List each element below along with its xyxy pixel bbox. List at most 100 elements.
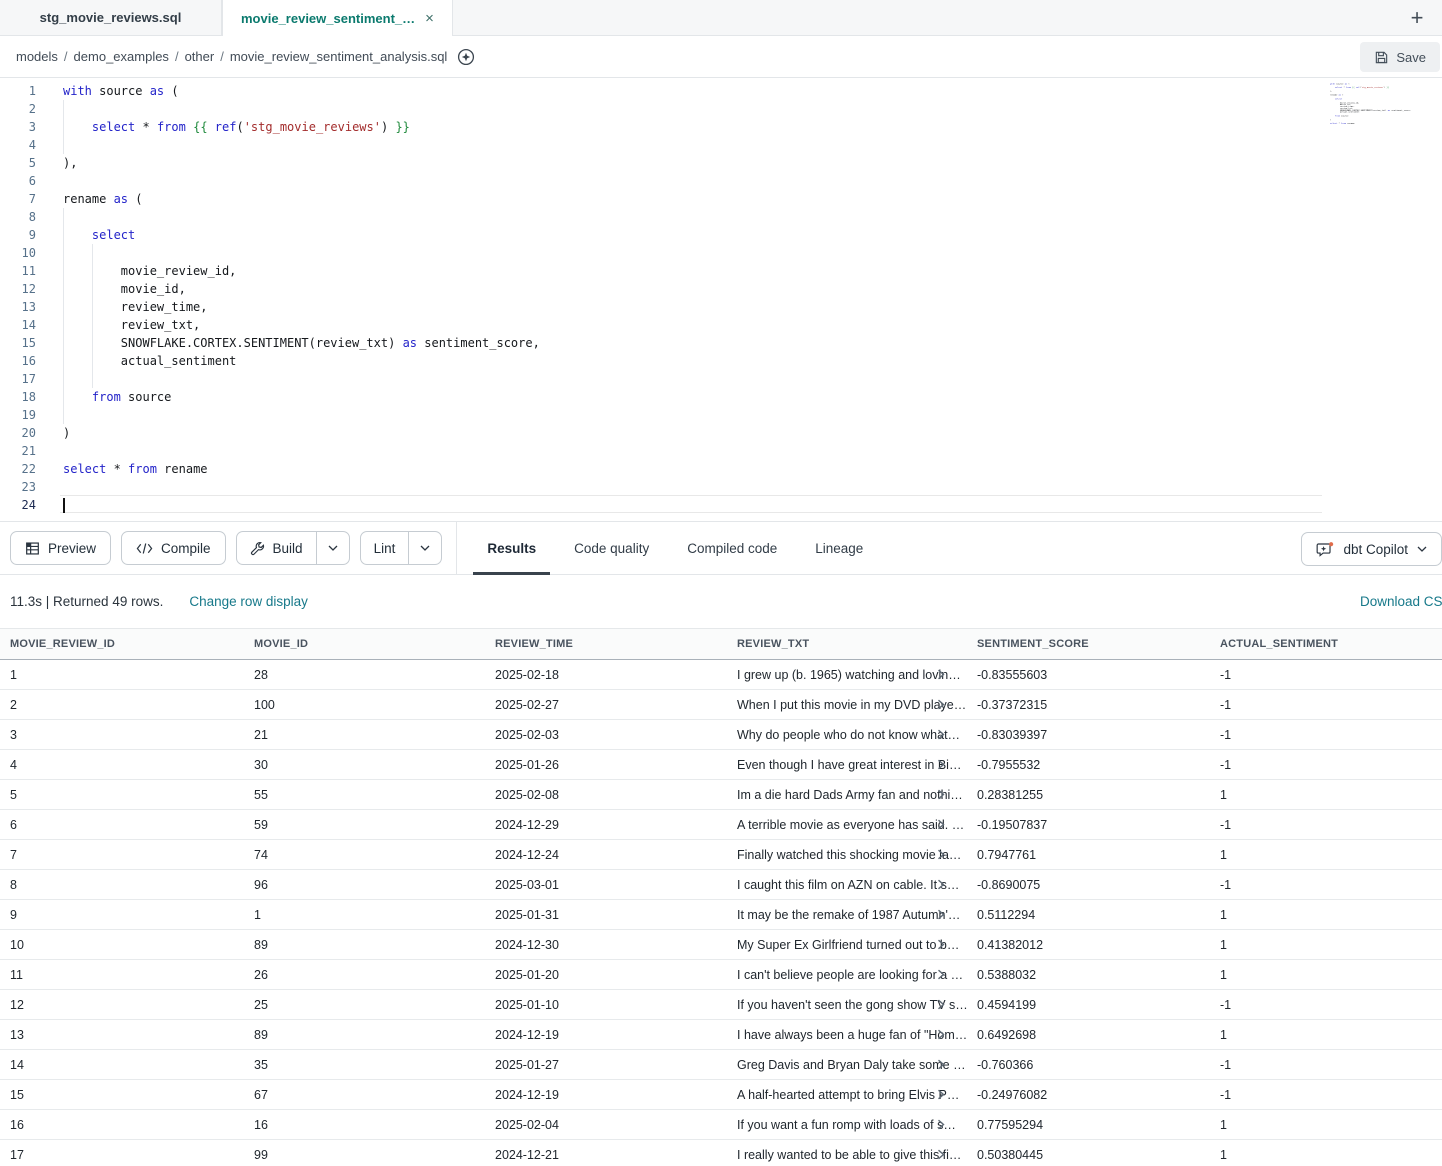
table-cell: -0.760366: [967, 1050, 1210, 1079]
table-row: 912025-01-31It may be the remake of 1987…: [0, 900, 1442, 930]
table-cell: 1: [1210, 840, 1442, 869]
download-csv-link[interactable]: Download CSV: [1360, 594, 1442, 609]
breadcrumb-separator: /: [64, 49, 68, 64]
expand-cell-icon[interactable]: [937, 729, 945, 740]
breadcrumb-segment[interactable]: other: [185, 49, 215, 64]
close-tab-icon[interactable]: ×: [425, 11, 434, 26]
table-cell: 89: [244, 930, 485, 959]
docs-compass-icon[interactable]: [457, 48, 475, 66]
expand-cell-icon[interactable]: [937, 1029, 945, 1040]
table-cell: If you haven't seen the gong show TV s…: [727, 990, 967, 1019]
table-cell: 17: [0, 1140, 244, 1166]
expand-cell-icon[interactable]: [937, 1149, 945, 1160]
expand-cell-icon[interactable]: [937, 1119, 945, 1130]
lint-dropdown-button[interactable]: [408, 532, 441, 564]
expand-cell-icon[interactable]: [937, 999, 945, 1010]
expand-cell-icon[interactable]: [937, 699, 945, 710]
column-header: MOVIE_REVIEW_ID: [0, 629, 244, 659]
expand-cell-icon[interactable]: [937, 939, 945, 950]
expand-cell-icon[interactable]: [937, 789, 945, 800]
table-row: 3212025-02-03Why do people who do not kn…: [0, 720, 1442, 750]
dbt-copilot-label: dbt Copilot: [1343, 542, 1408, 557]
breadcrumb-bar: models/demo_examples/other/movie_review_…: [0, 36, 1442, 78]
table-cell: -0.37372315: [967, 690, 1210, 719]
code-line: 21: [0, 442, 1442, 460]
expand-cell-icon[interactable]: [937, 909, 945, 920]
table-cell: 99: [244, 1140, 485, 1166]
tab-stg-movie-reviews[interactable]: stg_movie_reviews.sql: [0, 0, 222, 35]
line-number: 21: [0, 442, 36, 460]
table-cell: 2024-12-21: [485, 1140, 727, 1166]
table-cell: 21: [244, 720, 485, 749]
results-tab-results[interactable]: Results: [471, 521, 552, 575]
tab-movie-review-sentiment[interactable]: movie_review_sentiment_… ×: [222, 0, 453, 36]
table-cell: My Super Ex Girlfriend turned out to b…: [727, 930, 967, 959]
table-cell: It may be the remake of 1987 Autumn'…: [727, 900, 967, 929]
table-cell: 1: [1210, 1110, 1442, 1139]
editor-minimap[interactable]: with source as ( select * from {{ ref('s…: [1330, 83, 1440, 513]
expand-cell-icon[interactable]: [937, 969, 945, 980]
expand-cell-icon[interactable]: [937, 879, 945, 890]
table-cell: 59: [244, 810, 485, 839]
table-cell: -1: [1210, 1050, 1442, 1079]
code-line: 7rename as (: [0, 190, 1442, 208]
table-cell: 0.77595294: [967, 1110, 1210, 1139]
table-cell: 7: [0, 840, 244, 869]
table-cell: -0.7955532: [967, 750, 1210, 779]
compile-button[interactable]: Compile: [121, 531, 226, 565]
save-button-label: Save: [1396, 50, 1426, 65]
breadcrumb: models/demo_examples/other/movie_review_…: [16, 49, 447, 64]
text-cursor: [63, 498, 65, 513]
preview-button[interactable]: Preview: [10, 531, 111, 565]
line-number: 8: [0, 208, 36, 226]
line-number: 13: [0, 298, 36, 316]
table-cell: I really wanted to be able to give this …: [727, 1140, 967, 1166]
table-cell: 3: [0, 720, 244, 749]
expand-cell-icon[interactable]: [937, 1089, 945, 1100]
expand-cell-icon[interactable]: [937, 669, 945, 680]
results-tab-compiled-code[interactable]: Compiled code: [671, 521, 793, 575]
code-line: 10: [0, 244, 1442, 262]
chevron-down-icon: [420, 545, 430, 551]
table-cell: Even though I have great interest in Bi…: [727, 750, 967, 779]
new-tab-button[interactable]: +: [1400, 0, 1434, 36]
line-number: 10: [0, 244, 36, 262]
table-cell: 96: [244, 870, 485, 899]
results-tab-code-quality[interactable]: Code quality: [558, 521, 665, 575]
table-row: 8962025-03-01I caught this film on AZN o…: [0, 870, 1442, 900]
table-row: 17992024-12-21I really wanted to be able…: [0, 1140, 1442, 1166]
table-cell: 26: [244, 960, 485, 989]
chevron-down-icon: [328, 545, 338, 551]
preview-label: Preview: [48, 541, 96, 556]
build-button[interactable]: Build: [237, 532, 316, 564]
change-row-display-link[interactable]: Change row display: [189, 594, 308, 609]
line-number: 23: [0, 478, 36, 496]
table-cell: 2025-02-03: [485, 720, 727, 749]
expand-cell-icon[interactable]: [937, 759, 945, 770]
table-cell: I can't believe people are looking for a…: [727, 960, 967, 989]
code-line: 9 select: [0, 226, 1442, 244]
table-row: 10892024-12-30My Super Ex Girlfriend tur…: [0, 930, 1442, 960]
code-line: 18 from source: [0, 388, 1442, 406]
column-header: REVIEW_TIME: [485, 629, 727, 659]
code-editor[interactable]: 1with source as (23 select * from {{ ref…: [0, 78, 1442, 521]
table-cell: 67: [244, 1080, 485, 1109]
breadcrumb-segment[interactable]: demo_examples: [74, 49, 169, 64]
expand-cell-icon[interactable]: [937, 849, 945, 860]
expand-cell-icon[interactable]: [937, 1059, 945, 1070]
table-cell: 16: [0, 1110, 244, 1139]
build-dropdown-button[interactable]: [316, 532, 349, 564]
save-button[interactable]: Save: [1360, 42, 1440, 72]
table-cell: 11: [0, 960, 244, 989]
breadcrumb-segment[interactable]: models: [16, 49, 58, 64]
table-cell: 1: [1210, 780, 1442, 809]
lint-button[interactable]: Lint: [361, 532, 409, 564]
table-cell: 55: [244, 780, 485, 809]
table-header-row: MOVIE_REVIEW_IDMOVIE_IDREVIEW_TIMEREVIEW…: [0, 628, 1442, 660]
table-cell: A half-hearted attempt to bring Elvis P…: [727, 1080, 967, 1109]
expand-cell-icon[interactable]: [937, 819, 945, 830]
dbt-copilot-button[interactable]: dbt Copilot: [1301, 532, 1442, 566]
breadcrumb-segment: movie_review_sentiment_analysis.sql: [230, 49, 448, 64]
line-number: 15: [0, 334, 36, 352]
results-tab-lineage[interactable]: Lineage: [799, 521, 879, 575]
